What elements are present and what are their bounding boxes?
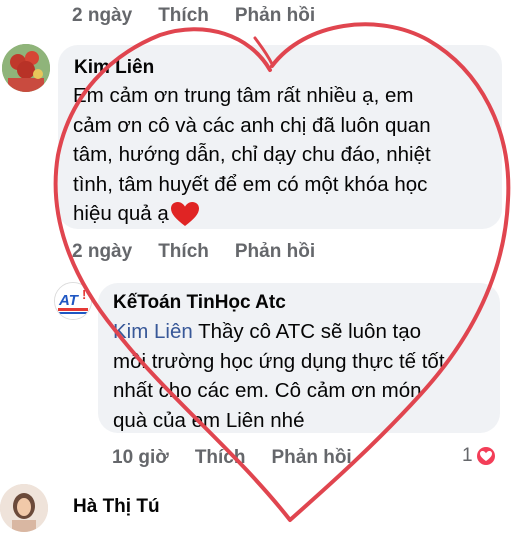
reply-line: quà của em Liên nhé	[113, 408, 305, 432]
comment-line: hiệu quả ạ	[73, 202, 169, 225]
reply-line: nhất cho các em. Cô cảm ơn món	[113, 379, 422, 402]
atc-logo-icon: AT !	[55, 283, 91, 319]
avatar-image	[0, 484, 48, 532]
time-label: 2 ngày	[72, 241, 133, 262]
comment-author[interactable]: Kim Liên	[74, 57, 154, 79]
next-comment-author[interactable]: Hà Thị Tú	[73, 496, 160, 518]
reply-link[interactable]: Phản hồi	[235, 241, 315, 262]
avatar-ketoan-tinhoc-atc[interactable]: AT !	[54, 282, 92, 320]
reaction-count: 1	[462, 445, 473, 466]
reply-line-rest: Thầy cô ATC sẽ luôn tạo	[192, 320, 422, 343]
love-reaction-icon	[475, 445, 497, 467]
svg-text:!: !	[82, 287, 86, 302]
red-heart-emoji-icon	[170, 201, 199, 226]
logo-text: AT	[58, 292, 80, 309]
time-label: 10 giờ	[112, 447, 169, 468]
avatar-image	[2, 44, 50, 92]
comment-actions: 2 ngày Thích Phản hồi	[72, 241, 341, 263]
mention-link[interactable]: Kim Liên	[113, 320, 193, 343]
reply-line: Kim Liên Thầy cô ATC sẽ luôn tạo	[113, 317, 497, 347]
comment-line: Em cảm ơn trung tâm rất nhiều ạ, em	[73, 84, 414, 107]
comment-text: Em cảm ơn trung tâm rất nhiều ạ, em cảm …	[73, 81, 497, 229]
reply-text: Kim Liên Thầy cô ATC sẽ luôn tạo môi trư…	[113, 317, 497, 435]
avatar-kim-lien[interactable]	[2, 44, 50, 92]
reply-author[interactable]: KếToán TinHọc Atc	[113, 292, 286, 314]
reply-actions: 10 giờ Thích Phản hồi	[112, 447, 378, 469]
comment-line-last: hiệu quả ạ	[73, 199, 497, 229]
time-label: 2 ngày	[72, 5, 133, 26]
reaction-summary[interactable]: 1	[462, 445, 497, 467]
comment-line: tâm, hướng dẫn, chỉ dạy chu đáo, nhiệt	[73, 143, 431, 166]
reply-line: môi trường học ứng dụng thực tế tốt	[113, 349, 445, 373]
reply-link[interactable]: Phản hồi	[271, 447, 351, 468]
reply-link[interactable]: Phản hồi	[235, 5, 315, 26]
like-link[interactable]: Thích	[158, 5, 209, 26]
top-comment-actions: 2 ngày Thích Phản hồi	[72, 5, 341, 27]
like-link[interactable]: Thích	[158, 241, 209, 262]
comment-line: cảm ơn cô và các anh chị đã luôn quan	[73, 113, 431, 137]
comment-line: tình, tâm huyết để em có một khóa học	[73, 172, 428, 196]
avatar-ha-thi-tu[interactable]	[0, 484, 48, 532]
like-link[interactable]: Thích	[195, 447, 246, 468]
